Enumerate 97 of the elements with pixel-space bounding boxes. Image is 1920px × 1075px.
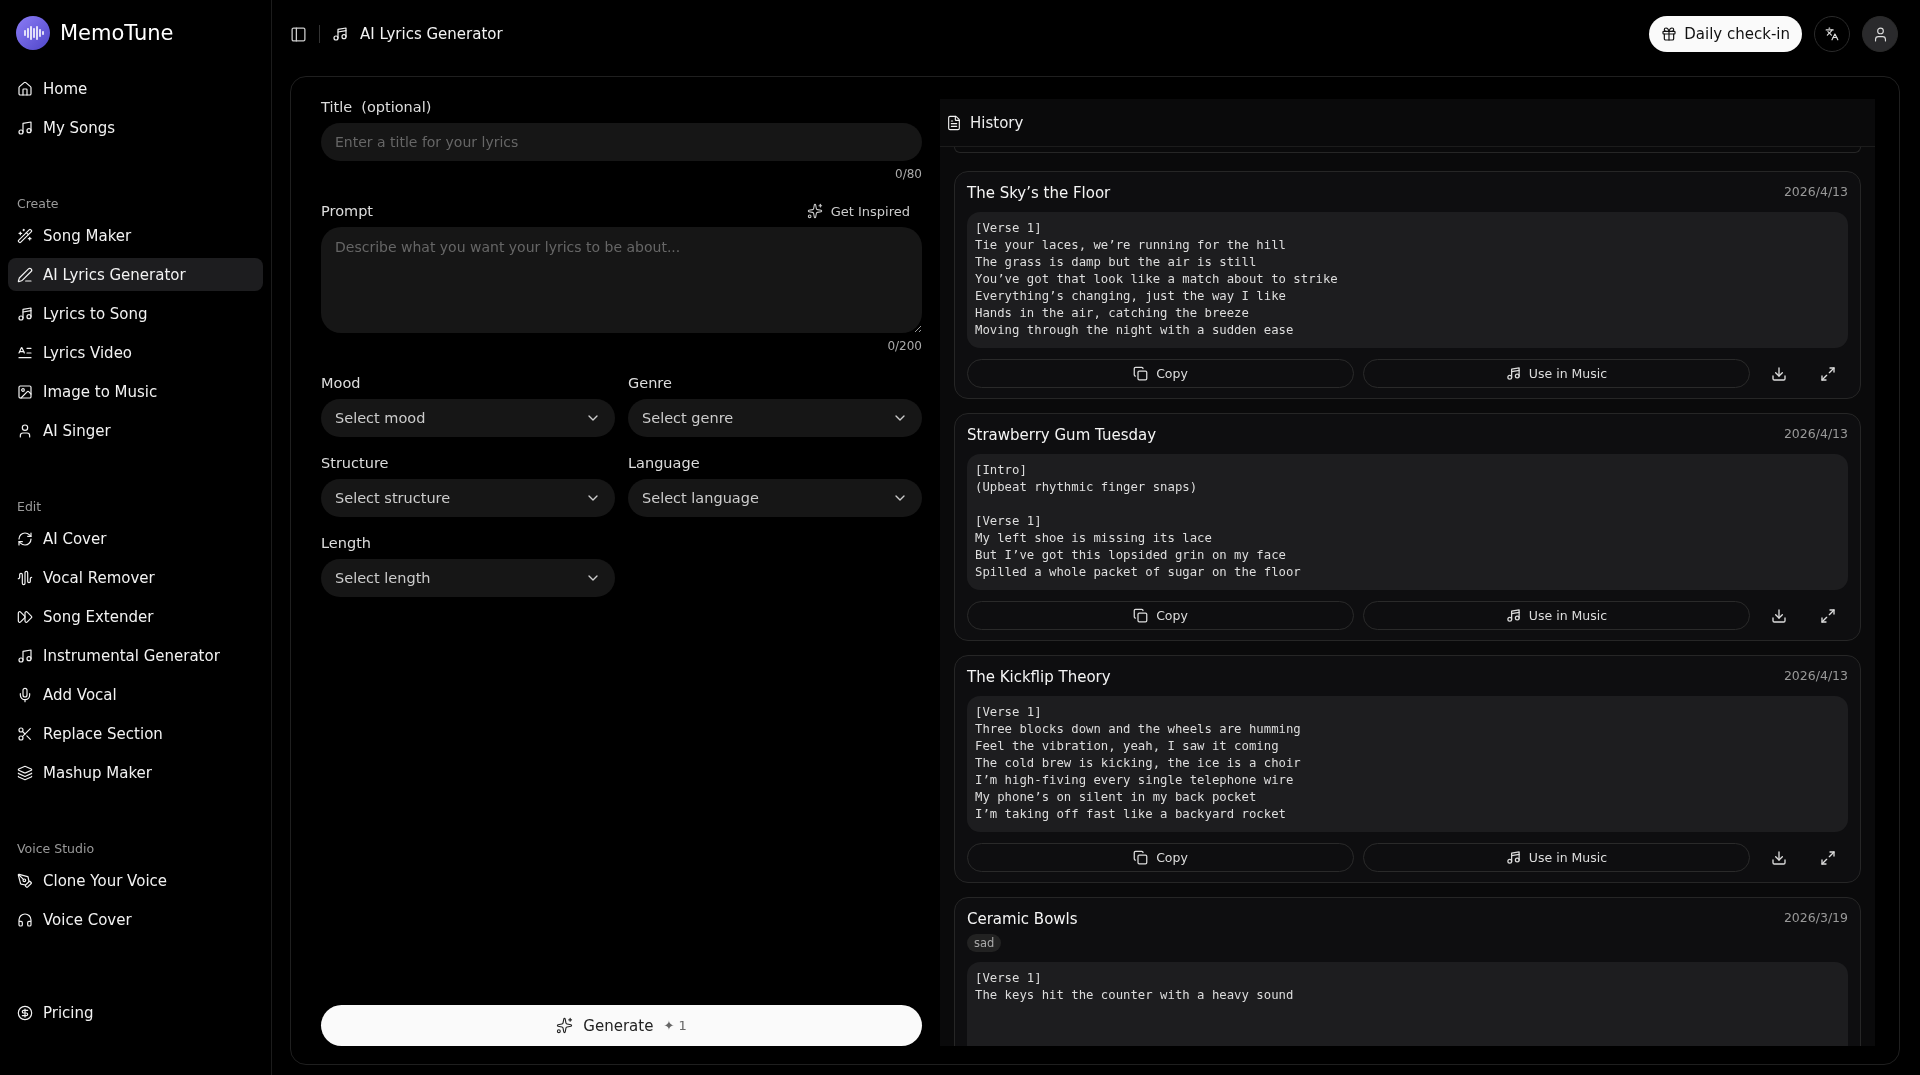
nav-icon bbox=[17, 569, 33, 586]
nav-icon bbox=[17, 872, 33, 889]
nav-item[interactable]: AI Singer bbox=[8, 414, 263, 447]
avatar-button[interactable] bbox=[1862, 16, 1898, 52]
logo-icon bbox=[16, 16, 50, 50]
page-title: AI Lyrics Generator bbox=[360, 25, 503, 43]
nav-item[interactable]: Song Extender bbox=[8, 600, 263, 633]
field-label: Structure bbox=[321, 455, 389, 471]
brand-name: MemoTune bbox=[60, 21, 174, 45]
get-inspired-button[interactable]: Get Inspired bbox=[806, 203, 922, 219]
expand-icon bbox=[1820, 607, 1836, 624]
expand-icon bbox=[1820, 849, 1836, 866]
select-dropdown[interactable]: Select genre bbox=[628, 399, 922, 437]
nav-icon bbox=[17, 80, 33, 97]
translate-icon bbox=[1825, 27, 1839, 41]
nav-icon bbox=[17, 344, 33, 361]
nav-item[interactable]: Home bbox=[8, 72, 263, 105]
char-count: 0/80 bbox=[895, 167, 922, 181]
lyrics-text: [Verse 1] Three blocks down and the wheels are humming Feel the vibration, yeah, I saw it coming The cold brew is kicking, the ice is a choir I’m high-fiving every single telephone wire My phone’s on silent in my back pocket I’m taking off fast like a backyard rocket bbox=[967, 696, 1848, 832]
download-icon bbox=[1771, 607, 1787, 624]
select-dropdown[interactable]: Select structure bbox=[321, 479, 615, 517]
nav-icon bbox=[17, 686, 33, 703]
section-heading: Voice Studio bbox=[16, 841, 96, 856]
prompt-input[interactable]: Describe what you want your lyrics to be about... bbox=[321, 227, 922, 333]
nav-item[interactable]: AI Lyrics Generator bbox=[8, 258, 263, 291]
sparkle-icon bbox=[806, 203, 823, 219]
char-count: 0/200 bbox=[887, 339, 922, 353]
card-date: 2026/4/13 bbox=[1783, 426, 1848, 441]
generate-button[interactable]: Generate ✦ 1 bbox=[321, 1005, 922, 1046]
lyrics-text: [Verse 1] The keys hit the counter with a heavy sound bbox=[967, 962, 1848, 1046]
field-label: Title (optional) bbox=[321, 99, 432, 115]
card-title: The Sky’s the Floor bbox=[967, 184, 1111, 202]
card-date: 2026/4/13 bbox=[1783, 184, 1848, 199]
daily-checkin-button[interactable]: Daily check-in bbox=[1649, 16, 1802, 52]
gift-icon bbox=[1661, 26, 1678, 42]
nav-item[interactable]: Lyrics to Song bbox=[8, 297, 263, 330]
nav-item[interactable]: Vocal Remover bbox=[8, 561, 263, 594]
music-note-icon bbox=[1505, 608, 1521, 623]
nav-icon bbox=[17, 383, 33, 400]
music-note-icon bbox=[1505, 850, 1521, 865]
field-label: Length bbox=[321, 535, 371, 551]
copy-icon bbox=[1133, 850, 1149, 865]
download-icon bbox=[1771, 849, 1787, 866]
history-title: History bbox=[970, 113, 1024, 132]
nav-item[interactable]: Pricing bbox=[8, 996, 263, 1029]
expand-icon bbox=[1820, 365, 1836, 382]
card-title: The Kickflip Theory bbox=[967, 668, 1111, 686]
nav-icon bbox=[17, 422, 33, 439]
download-icon bbox=[1771, 365, 1787, 382]
field-label: Language bbox=[628, 455, 700, 471]
field-label: Mood bbox=[321, 375, 361, 391]
nav-icon bbox=[17, 647, 33, 664]
copy-icon bbox=[1133, 608, 1149, 623]
language-button[interactable] bbox=[1814, 16, 1850, 52]
nav-item[interactable]: Lyrics Video bbox=[8, 336, 263, 369]
nav-item[interactable]: Clone Your Voice bbox=[8, 864, 263, 897]
card-date: 2026/3/19 bbox=[1783, 910, 1848, 925]
sidebar-toggle-icon[interactable] bbox=[290, 25, 307, 43]
nav-icon bbox=[17, 764, 33, 781]
select-dropdown[interactable]: Select length bbox=[321, 559, 615, 597]
nav-icon bbox=[17, 266, 33, 283]
music-note-icon bbox=[332, 26, 348, 42]
select-dropdown[interactable]: Select language bbox=[628, 479, 922, 517]
nav-item[interactable]: Replace Section bbox=[8, 717, 263, 750]
credit-cost: ✦ 1 bbox=[663, 1018, 687, 1033]
nav-item[interactable]: Voice Cover bbox=[8, 903, 263, 936]
music-note-icon bbox=[1505, 366, 1521, 381]
copy-icon bbox=[1133, 366, 1149, 381]
nav-item[interactable]: AI Cover bbox=[8, 522, 263, 555]
nav-icon bbox=[17, 608, 33, 625]
card-title: Ceramic Bowls bbox=[967, 910, 1078, 928]
field-label: Prompt bbox=[321, 203, 374, 219]
lyrics-text: [Intro] (Upbeat rhythmic finger snaps) [Verse 1] My left shoe is missing its lace But I’ve got this lopsided grin on my face Spilled a whole packet of sugar on the floor bbox=[967, 454, 1848, 590]
nav-icon bbox=[17, 119, 33, 136]
card-title: Strawberry Gum Tuesday bbox=[967, 426, 1157, 444]
section-heading: Edit bbox=[16, 499, 43, 514]
select-dropdown[interactable]: Select mood bbox=[321, 399, 615, 437]
nav-item[interactable]: My Songs bbox=[8, 111, 263, 144]
nav-icon bbox=[17, 725, 33, 742]
nav-item[interactable]: Add Vocal bbox=[8, 678, 263, 711]
nav-item[interactable]: Instrumental Generator bbox=[8, 639, 263, 672]
card-date: 2026/4/13 bbox=[1783, 668, 1848, 683]
field-label: Genre bbox=[628, 375, 672, 391]
nav-item[interactable]: Image to Music bbox=[8, 375, 263, 408]
nav-item[interactable]: Song Maker bbox=[8, 219, 263, 252]
sparkle-icon bbox=[556, 1017, 574, 1034]
mood-tag: sad bbox=[967, 934, 1002, 952]
nav-icon bbox=[17, 530, 33, 547]
nav-icon bbox=[17, 911, 33, 928]
nav-icon bbox=[17, 227, 33, 244]
nav-item[interactable]: Mashup Maker bbox=[8, 756, 263, 789]
section-heading: Create bbox=[16, 196, 60, 211]
document-icon bbox=[946, 114, 962, 131]
nav-icon bbox=[17, 1004, 33, 1021]
title-input[interactable]: Enter a title for your lyrics bbox=[321, 123, 922, 161]
lyrics-text: [Verse 1] Tie your laces, we’re running for the hill The grass is damp but the air is still You’ve got that look like a match about to strike Everything’s changing, just the way I like Hands in the air, catching the breeze Moving through the night with a sudden ease bbox=[967, 212, 1848, 348]
nav-icon bbox=[17, 305, 33, 322]
